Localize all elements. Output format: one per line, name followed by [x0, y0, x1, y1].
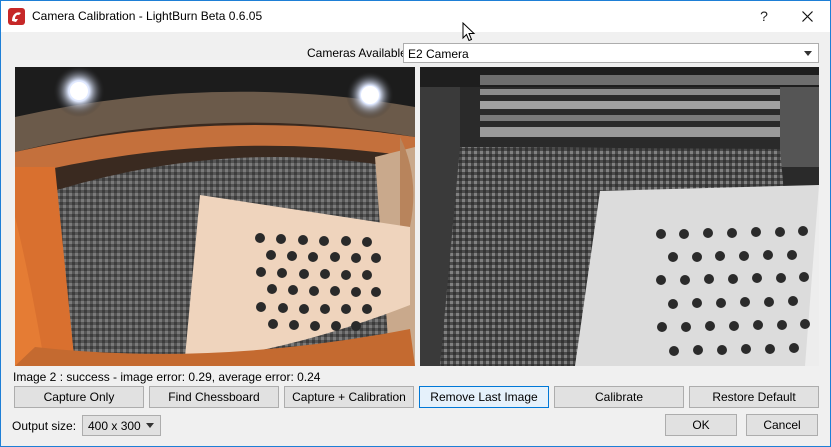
capture-only-button[interactable]: Capture Only — [14, 386, 144, 408]
calibration-status-text: Image 2 : success - image error: 0.29, a… — [13, 370, 321, 384]
mouse-cursor-icon — [462, 22, 476, 42]
output-size-label: Output size: — [12, 419, 77, 433]
cameras-available-label: Cameras Available: — [307, 46, 411, 60]
find-chessboard-button[interactable]: Find Chessboard — [149, 386, 279, 408]
raw-camera-image — [15, 67, 415, 366]
capture-calibration-button[interactable]: Capture + Calibration — [284, 386, 414, 408]
close-icon — [802, 11, 813, 22]
cancel-button[interactable]: Cancel — [746, 414, 818, 436]
output-size-select[interactable]: 400 x 300 — [82, 415, 161, 436]
ok-button[interactable]: OK — [665, 414, 737, 436]
output-size-value: 400 x 300 — [88, 419, 141, 433]
camera-select[interactable]: E2 Camera — [403, 43, 819, 63]
restore-default-button[interactable]: Restore Default — [689, 386, 819, 408]
camera-select-value: E2 Camera — [408, 47, 469, 61]
help-button[interactable]: ? — [749, 1, 779, 32]
calibrated-preview-image — [420, 67, 819, 366]
window-title: Camera Calibration - LightBurn Beta 0.6.… — [32, 9, 263, 23]
close-button[interactable] — [792, 1, 824, 32]
camera-calibration-window: Camera Calibration - LightBurn Beta 0.6.… — [0, 0, 831, 447]
title-bar[interactable]: Camera Calibration - LightBurn Beta 0.6.… — [1, 1, 830, 32]
calibrate-button[interactable]: Calibrate — [554, 386, 684, 408]
chevron-down-icon — [146, 423, 154, 428]
lightburn-app-icon — [8, 8, 25, 25]
chevron-down-icon — [804, 51, 812, 56]
remove-last-image-button[interactable]: Remove Last Image — [419, 386, 549, 408]
